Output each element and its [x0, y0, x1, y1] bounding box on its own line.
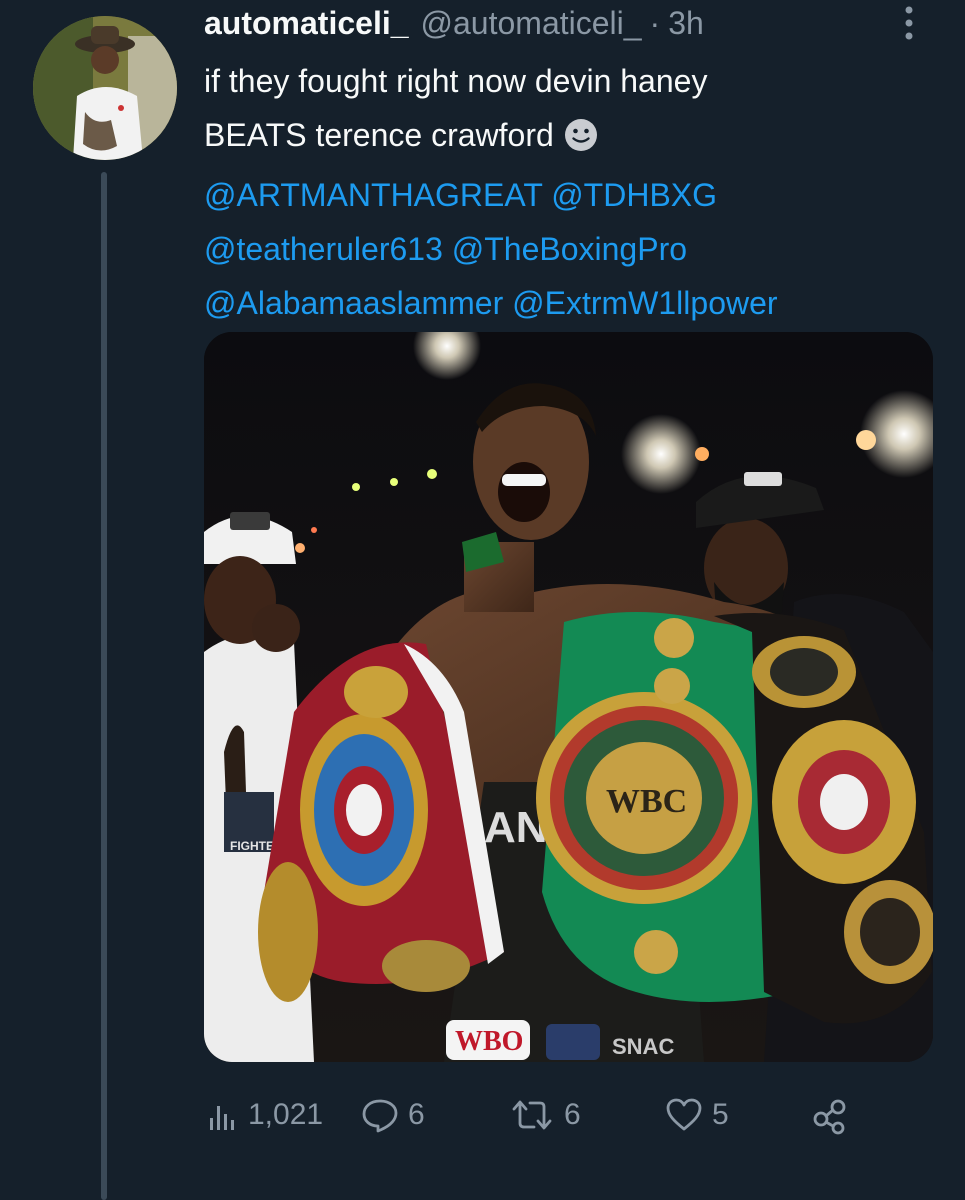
- boxing-photo: FIGHTERS AN WBO SNAC WBC: [204, 332, 933, 1062]
- action-bar: 1,021 6 6 5: [206, 1090, 866, 1140]
- slightly-smiling-face-icon: [564, 114, 598, 168]
- wbo-trunk-text: WBO: [455, 1026, 523, 1057]
- like-count: 5: [712, 1098, 729, 1131]
- mention-link[interactable]: @teatheruler613: [204, 231, 443, 267]
- share-button[interactable]: [810, 1090, 850, 1140]
- separator-dot: ·: [649, 4, 661, 41]
- mention-link[interactable]: @TheBoxingPro: [452, 231, 687, 267]
- views-button[interactable]: 1,021: [206, 1090, 323, 1140]
- share-icon: [813, 1099, 846, 1135]
- user-handle[interactable]: @automaticeli_: [421, 5, 642, 42]
- reply-count: 6: [408, 1098, 425, 1131]
- mentions-line-3: @Alabamaaslammer @ExtrmW1llpower: [204, 276, 934, 330]
- mention-link[interactable]: @Alabamaaslammer: [204, 285, 503, 321]
- timestamp[interactable]: 3h: [668, 5, 704, 42]
- mentions-line-2: @teatheruler613 @TheBoxingPro: [204, 222, 934, 276]
- more-options-button[interactable]: [897, 4, 921, 42]
- tweet-text: if they fought right now devin haney BEA…: [204, 54, 934, 330]
- wbc-belt-text: WBC: [606, 783, 687, 820]
- retweet-button[interactable]: 6: [508, 1090, 581, 1140]
- mention-link[interactable]: @ARTMANTHAGREAT: [204, 177, 542, 213]
- tweet-text-segment: BEATS terence crawford: [204, 117, 554, 153]
- views-count: 1,021: [248, 1098, 324, 1131]
- thread-line: [101, 172, 107, 1200]
- tweet-text-line-2: BEATS terence crawford: [204, 108, 934, 168]
- mention-link[interactable]: @ExtrmW1llpower: [512, 285, 777, 321]
- like-button[interactable]: 5: [664, 1090, 729, 1140]
- reply-icon: [362, 1099, 398, 1133]
- tweet-text-line-1: if they fought right now devin haney: [204, 63, 708, 99]
- retweet-icon: [512, 1100, 552, 1130]
- mention-link[interactable]: @TDHBXG: [551, 177, 717, 213]
- avatar[interactable]: [33, 16, 177, 160]
- tweet: automaticeli_ @automaticeli_ · 3h if the…: [0, 0, 965, 1200]
- more-dots-icon: [905, 6, 913, 40]
- analytics-icon: [210, 1106, 234, 1130]
- tweet-header: automaticeli_ @automaticeli_ · 3h: [204, 0, 704, 46]
- heart-icon: [666, 1098, 702, 1131]
- retweet-count: 6: [564, 1098, 581, 1131]
- svg-text:SNAC: SNAC: [612, 1034, 674, 1059]
- reply-button[interactable]: 6: [360, 1090, 425, 1140]
- tweet-photo[interactable]: FIGHTERS AN WBO SNAC WBC: [204, 332, 933, 1062]
- mentions-line-1: @ARTMANTHAGREAT @TDHBXG: [204, 168, 934, 222]
- display-name[interactable]: automaticeli_: [204, 5, 409, 42]
- avatar-image: [33, 16, 177, 160]
